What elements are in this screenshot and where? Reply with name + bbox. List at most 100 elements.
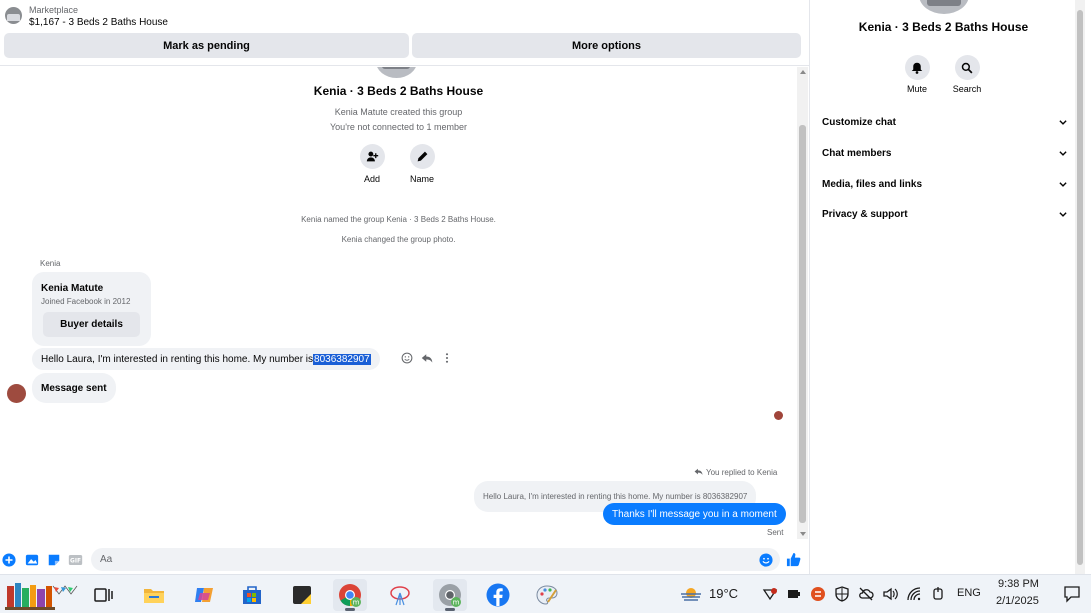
section-chat-members[interactable]: Chat members (822, 142, 1068, 164)
listing-title[interactable]: $1,167 - 3 Beds 2 Baths House (29, 17, 168, 28)
active-indicator (445, 608, 455, 611)
volume-icon[interactable] (882, 586, 898, 602)
add-person-icon (359, 144, 385, 169)
group-actions: Add Name (355, 144, 445, 184)
system-message-photo: Kenia changed the group photo. (341, 235, 456, 244)
reply-icon[interactable] (420, 352, 433, 365)
info-scroll-thumb[interactable] (1077, 10, 1083, 565)
scroll-down-arrow[interactable] (800, 532, 806, 536)
chevron-down-icon (1059, 120, 1067, 125)
notification-icon[interactable] (1062, 584, 1082, 604)
mark-as-pending-button[interactable]: Mark as pending (4, 33, 409, 58)
antivirus-icon[interactable] (810, 586, 826, 602)
scroll-up-arrow[interactable] (800, 70, 806, 74)
chrome-taskbar-button[interactable]: m (333, 579, 367, 611)
clock-date[interactable]: 2/1/2025 (996, 595, 1039, 607)
listing-source: Marketplace (29, 5, 79, 15)
chevron-down-icon (1059, 212, 1067, 217)
section-label: Privacy & support (822, 208, 908, 220)
svg-text:m: m (353, 599, 360, 607)
incoming-message-2[interactable]: Message sent (32, 373, 116, 403)
name-group-action[interactable]: Name (405, 144, 439, 184)
thumbs-up-icon[interactable] (786, 552, 801, 567)
facebook-icon[interactable] (481, 579, 515, 611)
buyer-profile-card: Kenia Matute Joined Facebook in 2012 Buy… (32, 272, 151, 346)
listing-header: Marketplace $1,167 - 3 Beds 2 Baths Hous… (0, 0, 809, 66)
sticker-icon[interactable] (46, 552, 61, 567)
group-connection-note: You're not connected to 1 member (330, 122, 467, 132)
react-icon[interactable] (400, 352, 413, 365)
paint-palette-icon[interactable] (530, 579, 564, 611)
buyer-details-button[interactable]: Buyer details (43, 312, 140, 337)
copilot-icon[interactable] (187, 579, 221, 611)
pencil-icon (409, 144, 435, 169)
mute-label: Mute (906, 84, 927, 94)
chevron-down-icon (1059, 151, 1067, 156)
gif-icon[interactable]: GIF (68, 552, 83, 567)
wifi-icon[interactable] (906, 586, 922, 602)
listing-thumbnail[interactable] (5, 7, 22, 24)
message-text: Hello Laura, I'm interested in renting t… (41, 353, 314, 365)
cloud-off-icon[interactable] (858, 586, 874, 602)
selected-phone-number[interactable]: 8036382907 (313, 353, 371, 365)
info-scrollbar[interactable] (1075, 0, 1085, 574)
name-label: Name (409, 174, 434, 184)
chevron-down-icon (1059, 182, 1067, 187)
security-shield-icon[interactable] (834, 586, 850, 602)
message-input[interactable] (91, 548, 780, 571)
sticky-notes-icon[interactable] (285, 579, 319, 611)
power-icon[interactable] (930, 586, 946, 602)
add-member-action[interactable]: Add (355, 144, 389, 184)
battery-icon[interactable] (786, 586, 802, 602)
read-receipt-avatar (774, 411, 783, 420)
message-status: Sent (767, 528, 784, 537)
section-label: Customize chat (822, 116, 896, 128)
svg-text:GIF: GIF (70, 558, 81, 564)
chat-scrollbar[interactable] (797, 67, 808, 539)
section-label: Media, files and links (822, 178, 923, 190)
photo-icon[interactable] (24, 552, 39, 567)
chat-pane: Marketplace $1,167 - 3 Beds 2 Baths Hous… (0, 0, 809, 574)
more-options-button[interactable]: More options (412, 33, 801, 58)
reply-indicator: You replied to Kenia (694, 467, 777, 478)
outgoing-message[interactable]: Thanks I'll message you in a moment (603, 503, 786, 525)
file-explorer-icon[interactable] (137, 579, 171, 611)
buyer-name: Kenia Matute (41, 283, 104, 294)
section-label: Chat members (822, 147, 892, 159)
section-privacy-support[interactable]: Privacy & support (822, 203, 1068, 225)
chrome-profile-taskbar-button[interactable]: m (433, 579, 467, 611)
emoji-icon[interactable] (758, 552, 773, 567)
info-group-avatar (919, 0, 969, 14)
message-actions (400, 351, 453, 365)
group-avatar (376, 67, 417, 78)
composer-bar: GIF (0, 545, 809, 573)
store-icon[interactable] (235, 579, 269, 611)
input-language[interactable]: ENG (957, 587, 981, 599)
plus-icon[interactable] (1, 552, 16, 567)
info-group-title: Kenia · 3 Beds 2 Baths House (858, 20, 1029, 34)
mute-action[interactable]: Mute (897, 55, 937, 94)
system-message-named: Kenia named the group Kenia · 3 Beds 2 B… (301, 215, 496, 224)
search-label: Search (952, 84, 982, 94)
bell-icon (904, 55, 930, 80)
network-alert-icon[interactable] (762, 586, 778, 602)
group-title: Kenia · 3 Beds 2 Baths House (313, 84, 484, 98)
screen: Marketplace $1,167 - 3 Beds 2 Baths Hous… (0, 0, 1091, 613)
search-action[interactable]: Search (947, 55, 987, 94)
incoming-message[interactable]: Hello Laura, I'm interested in renting t… (32, 348, 380, 370)
more-dots-icon[interactable] (440, 352, 453, 365)
weather-icon[interactable] (679, 586, 703, 602)
sender-avatar[interactable] (7, 384, 26, 403)
message-list[interactable]: Kenia · 3 Beds 2 Baths House Kenia Matut… (0, 67, 797, 539)
section-media-files-links[interactable]: Media, files and links (822, 173, 1068, 195)
buyer-joined: Joined Facebook in 2012 (41, 297, 131, 306)
search-icon (954, 55, 980, 80)
paint-icon[interactable] (383, 579, 417, 611)
books-widget-icon[interactable] (4, 579, 80, 611)
section-customize-chat[interactable]: Customize chat (822, 111, 1068, 133)
task-view-icon[interactable] (86, 579, 120, 611)
taskbar: m m 19°C ENG 9:38 PM 2/1/2025 (0, 574, 1091, 613)
weather-temp[interactable]: 19°C (709, 586, 738, 601)
clock-time[interactable]: 9:38 PM (998, 578, 1039, 590)
scroll-thumb[interactable] (799, 125, 806, 523)
